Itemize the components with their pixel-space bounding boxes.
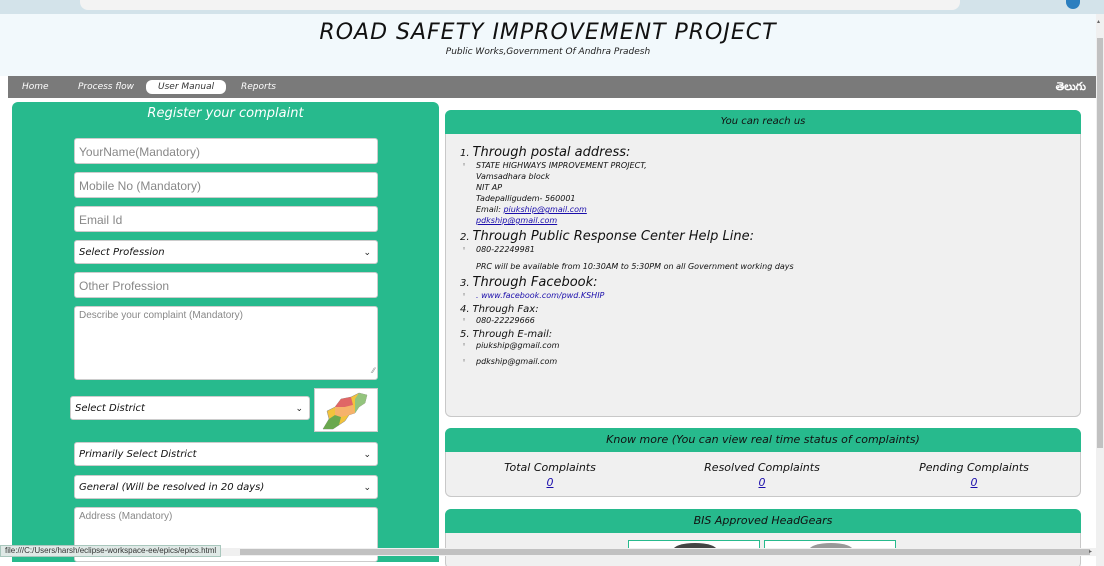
stat-resolved-value[interactable]: 0 (682, 476, 842, 489)
main-navbar: Home Process flow User Manual Reports తె… (8, 76, 1096, 98)
fax-heading: Through Fax: (472, 304, 539, 315)
stat-pending-label: Pending Complaints (919, 461, 1029, 474)
site-subtitle: Public Works,Government Of Andhra Prades… (445, 47, 651, 57)
primary-district-value: Primarily Select District (79, 449, 197, 460)
prc-heading: Through Public Response Center Help Line… (472, 229, 755, 244)
category-select-value: General (Will be resolved in 20 days) (79, 482, 265, 493)
facebook-link[interactable]: . www.facebook.com/pwd.KSHIP (476, 291, 604, 300)
name-input[interactable]: YourName(Mandatory) (74, 138, 378, 164)
chevron-down-icon: ⌄ (363, 248, 371, 258)
stat-total-value[interactable]: 0 (470, 476, 630, 489)
fax-number: 080-22229666 (476, 316, 535, 325)
nav-process-flow[interactable]: Process flow (78, 80, 134, 94)
stat-pending-value[interactable]: 0 (894, 476, 1054, 489)
stat-total: Total Complaints 0 (470, 461, 630, 489)
horizontal-scroll-thumb[interactable] (240, 549, 1090, 555)
postal-heading: Through postal address: (472, 145, 631, 160)
profession-select[interactable]: Select Profession ⌄ (74, 240, 378, 264)
stat-resolved: Resolved Complaints 0 (682, 461, 842, 489)
postal-line: Vamsadhara block (476, 172, 550, 181)
postal-line: NIT AP (476, 183, 503, 192)
form-title: Register your complaint (147, 106, 304, 121)
chevron-down-icon: ⌄ (363, 450, 371, 460)
contact-postal: 1. Through postal address: ◦ STATE HIGHWAY… (460, 145, 1060, 226)
prc-note: PRC will be available from 10:30AM to 5:… (476, 262, 794, 271)
contact-fax: 4. Through Fax: ◦ 080-22229666 (460, 304, 539, 325)
stat-pending: Pending Complaints 0 (894, 461, 1054, 489)
district-select[interactable]: Select District ⌄ (70, 396, 310, 420)
browser-top-strip (0, 0, 1104, 14)
headgear-card-header: BIS Approved HeadGears (445, 509, 1081, 533)
postal-line: STATE HIGHWAYS IMPROVEMENT PROJECT, (476, 161, 647, 170)
stat-total-label: Total Complaints (504, 461, 596, 474)
contact-prc: 2. Through Public Response Center Help Li… (460, 229, 1060, 272)
email-prefix: Email: (476, 205, 501, 214)
district-map-image[interactable] (314, 388, 378, 432)
chevron-down-icon: ⌄ (363, 483, 371, 493)
andhra-map-icon (322, 392, 368, 430)
vertical-scrollbar[interactable]: ▴ (1096, 14, 1104, 566)
stats-card: Know more (You can view real time status… (445, 428, 1081, 497)
email-item: pdkship@gmail.com (476, 357, 558, 366)
resize-grip-icon[interactable]: ∕∕ (372, 364, 375, 378)
profession-select-value: Select Profession (79, 247, 165, 258)
status-bar-url: file:///C:/Users/harsh/eclipse-workspace… (0, 545, 222, 557)
chevron-down-icon: ⌄ (295, 404, 303, 414)
email-heading: Through E-mail: (472, 329, 553, 340)
other-profession-input[interactable]: Other Profession (74, 272, 378, 298)
nav-reports[interactable]: Reports (241, 80, 276, 94)
contact-card: You can reach us 1. Through postal addres… (445, 110, 1081, 417)
contact-email: 5. Through E-mail: ◦ piukship@gmail.com ◦ p… (460, 329, 560, 366)
complaint-form-panel: Register your complaint YourName(Mandato… (12, 102, 439, 562)
complaint-textarea[interactable]: Describe your complaint (Mandatory) ∕∕ (74, 306, 378, 380)
email-item: piukship@gmail.com (476, 341, 560, 350)
postal-line: Tadepalligudem- 560001 (476, 194, 576, 203)
contact-facebook: 3. Through Facebook: ◦. www.facebook.com/… (460, 275, 605, 300)
nav-user-manual[interactable]: User Manual (146, 80, 227, 94)
stats-card-header: Know more (You can view real time status… (445, 428, 1081, 452)
contact-card-header: You can reach us (445, 110, 1081, 134)
contact-list: 1. Through postal address: ◦ STATE HIGHWAY… (460, 145, 1060, 370)
mobile-input[interactable]: Mobile No (Mandatory) (74, 172, 378, 198)
scroll-up-icon[interactable]: ▴ (1097, 18, 1100, 25)
headgear-card: BIS Approved HeadGears (445, 509, 1081, 566)
email-link[interactable]: piukship@gmail.com (503, 205, 586, 214)
address-bar[interactable] (80, 0, 960, 10)
email-input[interactable]: Email Id (74, 206, 378, 232)
email-link[interactable]: pdkship@gmail.com (476, 216, 557, 225)
page-header: ROAD SAFETY IMPROVEMENT PROJECT Public W… (0, 14, 1096, 76)
stat-resolved-label: Resolved Complaints (704, 461, 820, 474)
scroll-right-icon[interactable]: ▸ (1089, 548, 1092, 555)
address-placeholder: Address (Mandatory) (79, 511, 173, 522)
nav-home[interactable]: Home (22, 80, 49, 94)
facebook-heading: Through Facebook: (472, 275, 598, 290)
profile-icon[interactable] (1066, 0, 1080, 9)
prc-phone: 080-22249981 (476, 245, 535, 254)
vertical-scroll-thumb[interactable] (1097, 38, 1103, 448)
district-select-value: Select District (75, 403, 145, 414)
category-select[interactable]: General (Will be resolved in 20 days) ⌄ (74, 475, 378, 499)
primary-district-select[interactable]: Primarily Select District ⌄ (74, 442, 378, 466)
site-title: ROAD SAFETY IMPROVEMENT PROJECT (319, 20, 777, 45)
language-toggle[interactable]: తెలుగు (1056, 80, 1086, 96)
complaint-placeholder: Describe your complaint (Mandatory) (79, 310, 243, 321)
